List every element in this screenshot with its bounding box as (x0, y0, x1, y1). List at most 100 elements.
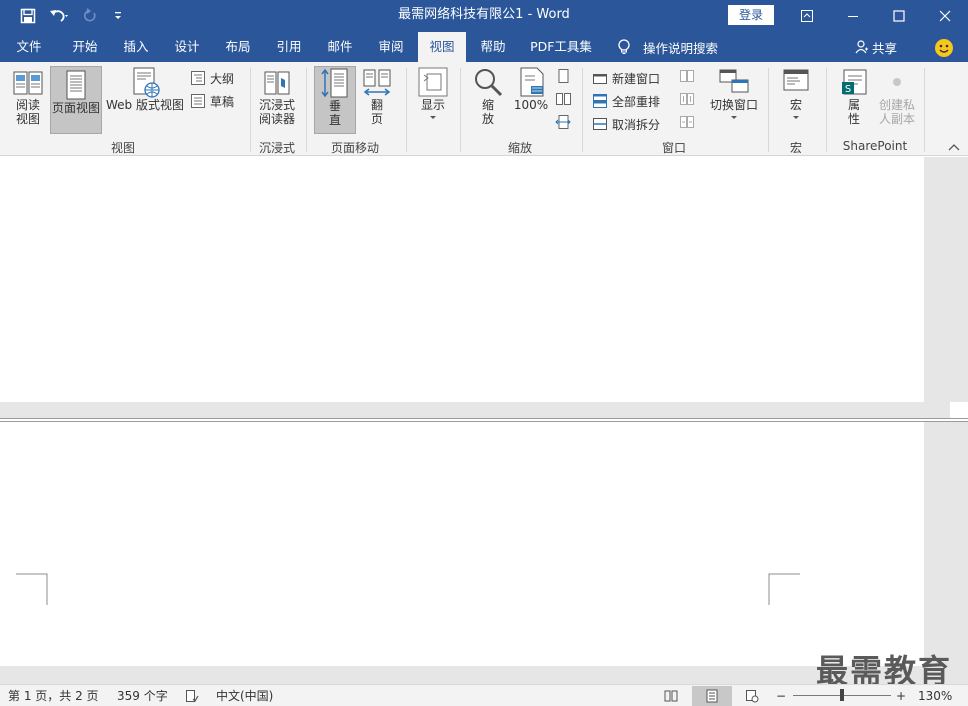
tell-me-search[interactable]: 操作说明搜索 (617, 32, 718, 62)
vertical-scrollbar-top[interactable] (924, 157, 968, 402)
remove-split-button[interactable]: 取消拆分 (592, 114, 660, 134)
window-group-label: 窗口 (661, 141, 686, 155)
login-button[interactable]: 登录 (728, 5, 774, 25)
save-icon[interactable] (14, 2, 42, 30)
document-area[interactable]: 最需教育 (0, 157, 968, 690)
zoom-label-1: 缩 (481, 98, 494, 112)
tab-insert[interactable]: 插入 (112, 32, 160, 62)
new-window-icon (593, 74, 607, 84)
vertical-label-2: 直 (328, 113, 341, 127)
web-layout-status-icon[interactable] (745, 689, 759, 705)
properties-button[interactable]: S 属 性 (834, 66, 874, 134)
zoom-level[interactable]: 130% (918, 688, 952, 704)
tab-mailings[interactable]: 邮件 (316, 32, 364, 62)
minimize-icon[interactable] (830, 0, 876, 32)
new-window-label: 新建窗口 (612, 71, 661, 86)
immersive-reader-label-2: 阅读器 (258, 112, 295, 126)
web-layout-button[interactable]: Web 版式视图 (104, 66, 186, 134)
title-bar: 最需网络科技有限公1 - Word 登录 (0, 0, 968, 32)
page-movement-group-label: 页面移动 (330, 141, 379, 155)
tab-references[interactable]: 引用 (265, 32, 313, 62)
reset-window-position-button[interactable] (678, 114, 696, 132)
tab-file[interactable]: 文件 (6, 32, 52, 62)
side-to-side-button[interactable]: 翻 页 (358, 66, 396, 134)
new-window-button[interactable]: 新建窗口 (592, 68, 660, 88)
print-layout-button[interactable]: 页面视图 (50, 66, 102, 134)
read-mode-status-icon[interactable] (664, 689, 678, 705)
switch-windows-label: 切换窗口 (709, 98, 758, 112)
word-count[interactable]: 359 个字 (117, 688, 168, 704)
web-layout-label: Web 版式视图 (106, 98, 184, 112)
chevron-down-icon (731, 116, 737, 119)
separator (406, 68, 407, 152)
create-private-copy-button[interactable]: 创建私 人副本 (876, 66, 918, 134)
tab-help[interactable]: 帮助 (469, 32, 517, 62)
vertical-button[interactable]: 垂 直 (314, 66, 356, 134)
maximize-icon[interactable] (876, 0, 922, 32)
page-width-button[interactable] (554, 114, 572, 132)
arrange-all-icon (593, 94, 607, 108)
zoom-100-button[interactable]: 100% (512, 66, 550, 134)
ribbon-view: 阅读 视图 页面视图 Web 版式视图 大纲 草稿 视图 沉浸式 阅读器 沉浸式… (0, 62, 968, 156)
side-to-side-icon (363, 69, 391, 96)
separator (582, 68, 583, 152)
vertical-scroll-icon (321, 68, 348, 98)
tab-home[interactable]: 开始 (60, 32, 110, 62)
feedback-smiley-icon[interactable] (935, 39, 953, 57)
tab-view[interactable]: 视图 (418, 32, 466, 62)
page-gap-lower (0, 666, 924, 684)
multiple-pages-button[interactable] (554, 91, 572, 109)
arrange-all-button[interactable]: 全部重排 (592, 91, 660, 111)
read-mode-label-2: 视图 (15, 112, 40, 126)
reset-window-icon (680, 116, 694, 128)
chevron-down-icon (793, 116, 799, 119)
tab-pdf-tools[interactable]: PDF工具集 (524, 32, 598, 62)
switch-windows-button[interactable]: 切换窗口 (704, 66, 764, 134)
zoom-slider-thumb[interactable] (840, 689, 844, 701)
page-count[interactable]: 第 1 页，共 2 页 (8, 688, 99, 704)
read-mode-button[interactable]: 阅读 视图 (8, 66, 48, 134)
side-to-side-label-2: 页 (370, 112, 383, 126)
close-icon[interactable] (922, 0, 968, 32)
zoom-button[interactable]: 缩 放 (468, 66, 508, 134)
synchronous-scrolling-button[interactable] (678, 91, 696, 109)
separator (460, 68, 461, 152)
side-to-side-label-1: 翻 (370, 98, 383, 112)
separator (924, 68, 925, 152)
multiple-pages-icon (556, 93, 571, 105)
remove-split-label: 取消拆分 (612, 117, 661, 132)
ribbon-tabs: 文件 开始 插入 设计 布局 引用 邮件 审阅 视图 帮助 PDF工具集 操作说… (0, 32, 968, 62)
immersive-reader-button[interactable]: 沉浸式 阅读器 (254, 66, 300, 134)
zoom-out-icon[interactable]: − (776, 688, 786, 704)
ribbon-display-options-icon[interactable] (784, 0, 830, 32)
zoom-in-icon[interactable]: + (896, 688, 906, 704)
tab-layout[interactable]: 布局 (214, 32, 262, 62)
vertical-scrollbar-bottom[interactable] (924, 422, 968, 684)
draft-label: 草稿 (210, 94, 235, 109)
proofing-icon[interactable] (185, 689, 199, 705)
one-page-button[interactable] (554, 68, 572, 86)
share-button[interactable]: 共享 (855, 32, 897, 62)
collapse-ribbon-icon[interactable] (948, 142, 960, 152)
print-layout-status-icon[interactable] (705, 689, 719, 705)
outline-button[interactable]: 大纲 (190, 68, 234, 88)
draft-button[interactable]: 草稿 (190, 91, 234, 111)
undo-icon[interactable] (42, 2, 76, 30)
remove-split-icon (593, 118, 607, 130)
status-bar: 第 1 页，共 2 页 359 个字 中文(中国) − + 130% (0, 684, 968, 706)
person-icon (855, 40, 868, 54)
private-copy-label-1: 创建私 (878, 98, 915, 112)
read-mode-label-1: 阅读 (15, 98, 40, 112)
view-side-by-side-button[interactable] (678, 68, 696, 86)
tab-design[interactable]: 设计 (163, 32, 211, 62)
tab-review[interactable]: 审阅 (367, 32, 415, 62)
split-bar[interactable] (0, 418, 968, 422)
zoom-100-label: 100% (513, 98, 549, 112)
web-page-icon (133, 67, 160, 98)
properties-label-2: 性 (847, 112, 860, 126)
show-button[interactable]: 显示 (414, 66, 452, 134)
customize-qat-icon[interactable] (104, 2, 132, 30)
redo-icon[interactable] (76, 2, 104, 30)
macros-button[interactable]: 宏 (776, 66, 816, 134)
language[interactable]: 中文(中国) (216, 688, 273, 704)
